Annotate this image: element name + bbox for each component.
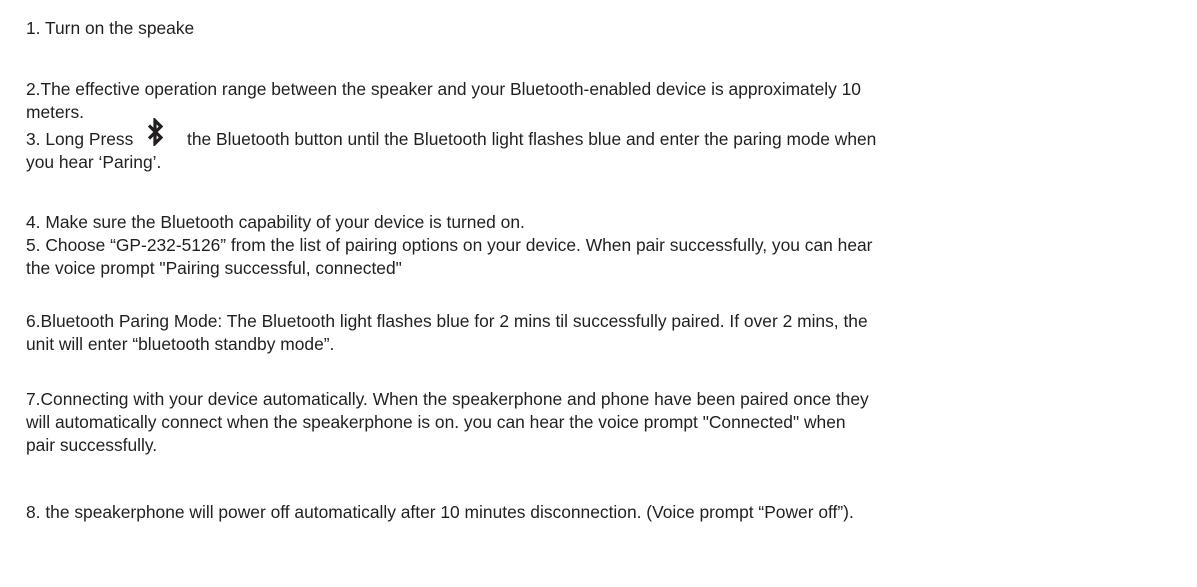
step-7-text-line-2: will automatically connect when the spea…: [26, 412, 846, 432]
bluetooth-icon: [147, 118, 164, 146]
step-7-text-line-3: pair successfully.: [26, 435, 158, 455]
step-5-text-line-2: the voice prompt "Pairing successful, co…: [26, 258, 402, 278]
step-5-text-line-1: 5. Choose “GP-232-5126” from the list of…: [26, 235, 873, 255]
step-2-text-line-1: 2.The effective operation range between …: [26, 79, 861, 99]
instruction-document: 1. Turn on the speake 2.The effective op…: [0, 0, 1197, 587]
step-1-text: 1. Turn on the speake: [26, 18, 195, 38]
step-2-text-line-2: meters.: [26, 102, 84, 122]
step-6-text-line-1: 6.Bluetooth Paring Mode: The Bluetooth l…: [26, 311, 868, 331]
step-4-text: 4. Make sure the Bluetooth capability of…: [26, 212, 525, 232]
step-3-text-line-2: you hear ‘Paring’.: [26, 152, 162, 172]
step-3-suffix: the Bluetooth button until the Bluetooth…: [187, 129, 877, 149]
step-8-text: 8. the speakerphone will power off autom…: [26, 502, 854, 522]
step-3-prefix: 3. Long Press: [26, 129, 134, 149]
step-7-text-line-1: 7.Connecting with your device automatica…: [26, 389, 869, 409]
step-6-text-line-2: unit will enter “bluetooth standby mode”…: [26, 334, 335, 354]
